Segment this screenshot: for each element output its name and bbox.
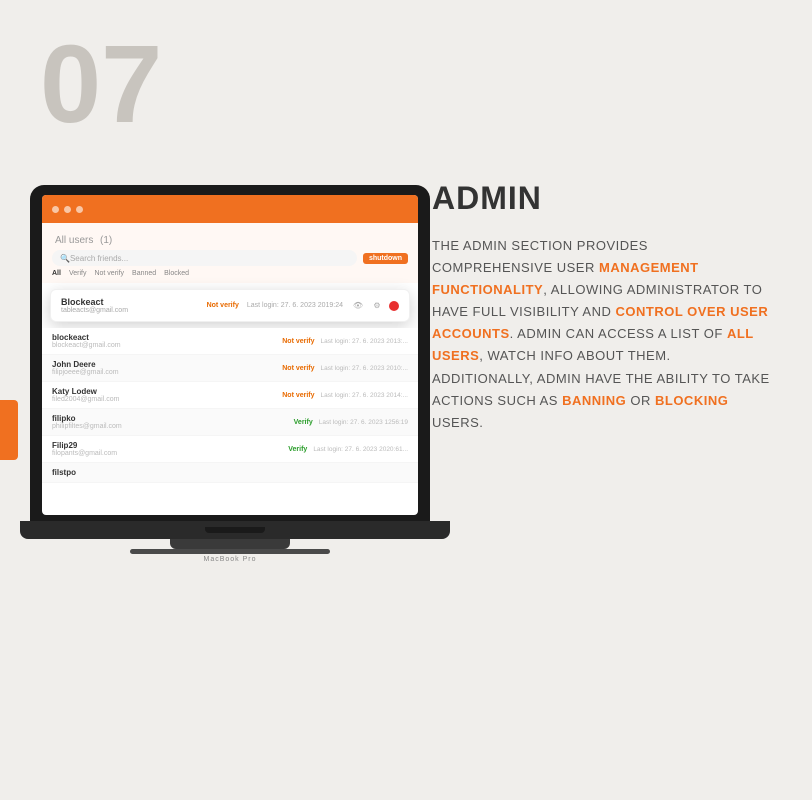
search-placeholder-text: Search friends...: [70, 254, 128, 263]
all-users-label: All users: [55, 235, 93, 246]
popup-email: tableacts@gmail.com: [61, 307, 207, 314]
user-info-1: blockeact blockeact@gmail.com: [52, 333, 282, 349]
popup-actions: 👁 ⚙: [351, 299, 399, 313]
popup-settings-icon[interactable]: ⚙: [370, 299, 384, 313]
user-status-5: Verify: [288, 446, 307, 453]
laptop-foot: [130, 549, 330, 554]
user-login-1: Last login: 27. 6. 2023 2013:...: [321, 338, 408, 345]
popup-status: Not verify: [207, 302, 239, 309]
user-count: (1): [100, 235, 112, 246]
users-header-row: 🔍 Search friends... shutdown: [52, 250, 408, 266]
user-login-4: Last login: 27. 6. 2023 1256:19: [319, 419, 408, 426]
top-bar-dot-1: [52, 206, 59, 213]
desc-part5: OR: [626, 393, 655, 408]
user-name-2: John Deere: [52, 360, 282, 369]
popup-block-indicator: [389, 301, 399, 311]
user-info-6: filstpo: [52, 468, 408, 477]
table-row: Filip29 filopants@gmail.com Verify Last …: [42, 436, 418, 463]
user-status-3: Not verify: [282, 392, 314, 399]
top-bar-dot-2: [64, 206, 71, 213]
desc-part3: . ADMIN CAN ACCESS A LIST OF: [510, 326, 727, 341]
desc-highlight5: BLOCKING: [655, 393, 728, 408]
laptop-notch: [205, 527, 265, 533]
user-info-4: filipko philipfiltes@gmail.com: [52, 414, 294, 430]
user-name-6: filstpo: [52, 468, 408, 477]
search-box[interactable]: 🔍 Search friends...: [52, 250, 357, 266]
user-info-3: Katy Lodew filed2004@gmail.com: [52, 387, 282, 403]
user-email-2: filipjoeee@gmail.com: [52, 369, 282, 376]
user-info-5: Filip29 filopants@gmail.com: [52, 441, 288, 457]
top-bar-dot-3: [76, 206, 83, 213]
popup-eye-icon[interactable]: 👁: [351, 299, 365, 313]
user-email-3: filed2004@gmail.com: [52, 396, 282, 403]
user-status-1: Not verify: [282, 338, 314, 345]
table-row: Katy Lodew filed2004@gmail.com Not verif…: [42, 382, 418, 409]
user-email-1: blockeact@gmail.com: [52, 342, 282, 349]
popup-username: Blockeact: [61, 297, 207, 307]
page-number: 07: [40, 30, 162, 140]
screen-top-bar: [42, 195, 418, 223]
admin-title: ADMIN: [432, 180, 772, 217]
macbook-label: MacBook Pro: [20, 556, 440, 563]
laptop-base: [20, 521, 450, 539]
right-panel: ADMIN THE ADMIN SECTION PROVIDES COMPREH…: [432, 180, 772, 434]
laptop-container: All users (1) 🔍 Search friends... shutdo…: [20, 185, 440, 563]
user-info-2: John Deere filipjoeee@gmail.com: [52, 360, 282, 376]
search-icon: 🔍: [60, 254, 70, 263]
filter-tab-not-verify[interactable]: Not verify: [94, 270, 124, 277]
filter-tab-all[interactable]: All: [52, 270, 61, 277]
user-status-2: Not verify: [282, 365, 314, 372]
user-email-5: filopants@gmail.com: [52, 450, 288, 457]
user-name-3: Katy Lodew: [52, 387, 282, 396]
laptop-bezel: All users (1) 🔍 Search friends... shutdo…: [30, 185, 430, 521]
popup-user-info: Blockeact tableacts@gmail.com: [61, 297, 207, 314]
user-name-5: Filip29: [52, 441, 288, 450]
user-email-4: philipfiltes@gmail.com: [52, 423, 294, 430]
user-name-4: filipko: [52, 414, 294, 423]
filter-tab-verify[interactable]: Verify: [69, 270, 87, 277]
shutdown-button[interactable]: shutdown: [363, 253, 408, 264]
orange-accent-bar: [0, 400, 18, 460]
table-row: John Deere filipjoeee@gmail.com Not veri…: [42, 355, 418, 382]
user-status-4: Verify: [294, 419, 313, 426]
users-header: All users (1) 🔍 Search friends... shutdo…: [42, 223, 418, 283]
screen-content: All users (1) 🔍 Search friends... shutdo…: [42, 195, 418, 515]
user-popup-card: Blockeact tableacts@gmail.com Not verify…: [50, 289, 410, 322]
table-row: blockeact blockeact@gmail.com Not verify…: [42, 328, 418, 355]
user-login-2: Last login: 27. 6. 2023 2010:...: [321, 365, 408, 372]
filter-tabs: All Verify Not verify Banned Blocked: [52, 270, 408, 279]
desc-highlight4: BANNING: [562, 393, 626, 408]
popup-last-login: Last login: 27. 6. 2023 2019:24: [247, 302, 343, 309]
filter-tab-blocked[interactable]: Blocked: [164, 270, 189, 277]
table-row: filipko philipfiltes@gmail.com Verify La…: [42, 409, 418, 436]
table-row: filstpo: [42, 463, 418, 483]
laptop-screen: All users (1) 🔍 Search friends... shutdo…: [42, 195, 418, 515]
filter-tab-banned[interactable]: Banned: [132, 270, 156, 277]
laptop-stand: [170, 539, 290, 549]
admin-description: THE ADMIN SECTION PROVIDES COMPREHENSIVE…: [432, 235, 772, 434]
user-name-1: blockeact: [52, 333, 282, 342]
user-login-3: Last login: 27. 6. 2023 2014:...: [321, 392, 408, 399]
user-list: blockeact blockeact@gmail.com Not verify…: [42, 328, 418, 483]
all-users-title: All users (1): [52, 231, 408, 246]
user-login-5: Last login: 27. 6. 2023 2020:61...: [313, 446, 408, 453]
